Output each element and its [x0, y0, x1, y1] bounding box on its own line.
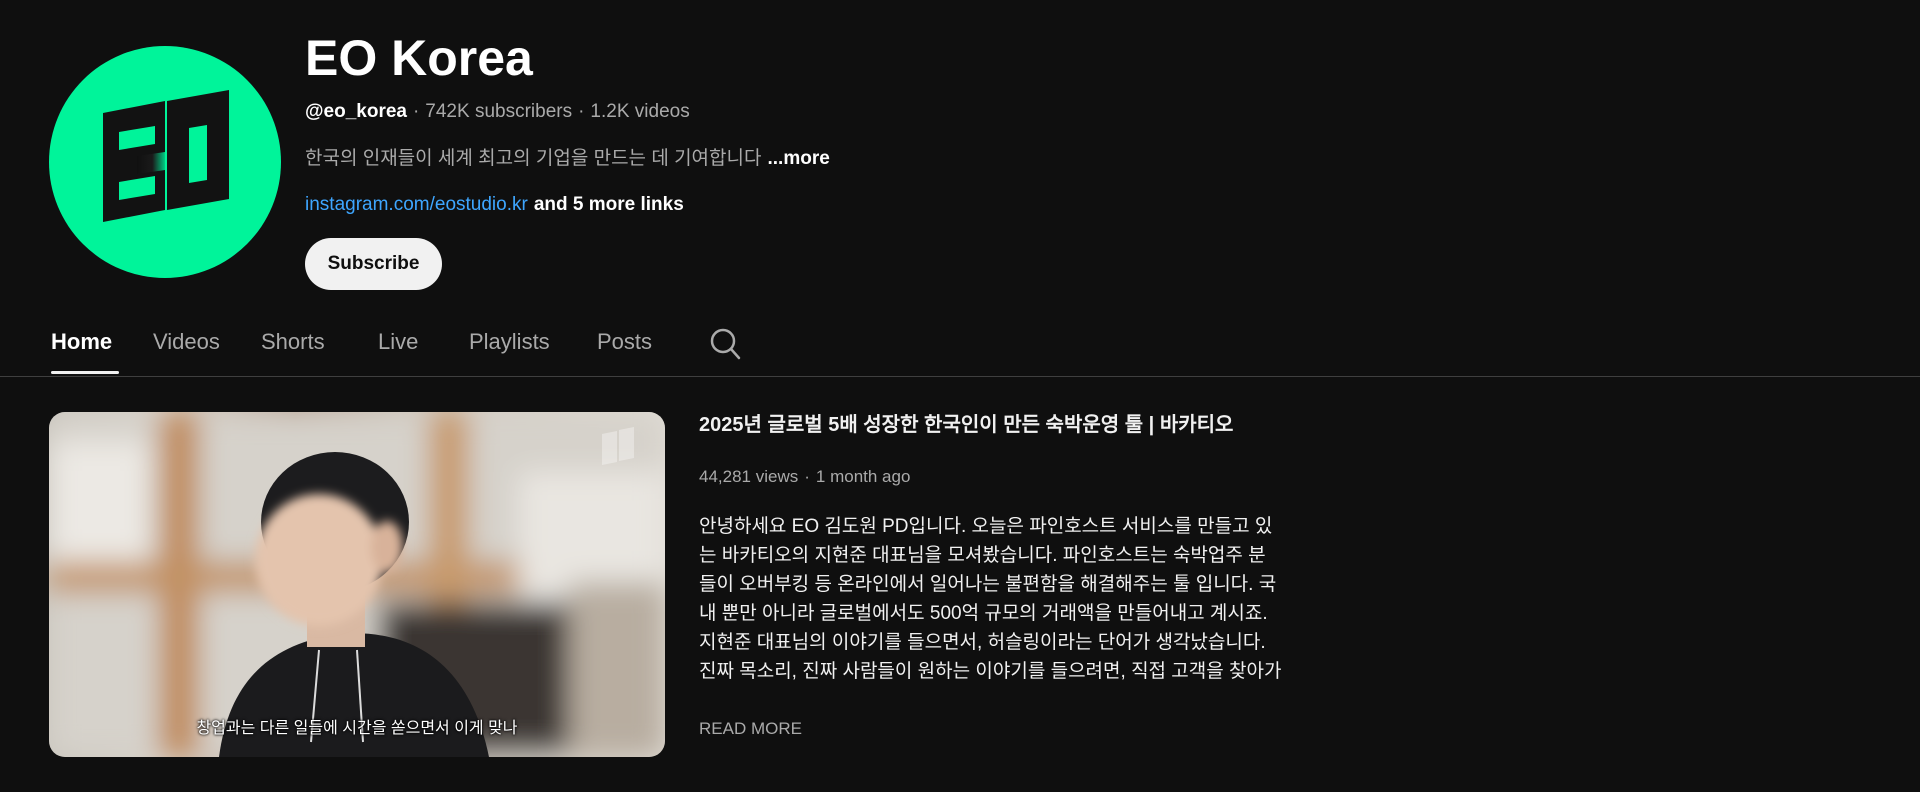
channel-page: EO Korea @eo_korea · 742K subscribers · 1.2K… — [0, 0, 1920, 792]
read-more-link[interactable]: READ MORE — [699, 718, 802, 740]
description-more-link[interactable]: ...more — [767, 148, 829, 169]
channel-links: instagram.com/eostudio.kr and 5 more link… — [305, 193, 684, 217]
featured-video-description: 안녕하세요 EO 김도원 PD입니다. 오늘은 파인호스트 서비스를 만들고 있… — [699, 516, 1282, 682]
featured-video-meta: 44,281 views · 1 month ago — [699, 467, 911, 486]
featured-video-thumbnail[interactable]: 창업과는 다른 일들에 시간을 쏟으면서 이게 맞나 — [49, 412, 665, 757]
view-count: 44,281 views — [699, 467, 799, 486]
featured-video-title[interactable]: 2025년 글로벌 5배 성장한 한국인이 만든 숙박운영 툴 | 바카티오 — [699, 410, 1233, 440]
eo-logo-icon — [103, 90, 229, 222]
upload-age: 1 month ago — [815, 467, 911, 486]
channel-meta: @eo_korea · 742K subscribers · 1.2K videos — [305, 101, 690, 122]
instagram-link[interactable]: instagram.com/eostudio.kr — [305, 194, 528, 215]
tab-videos[interactable]: Videos — [153, 328, 220, 356]
channel-description[interactable]: 한국의 인재들이 세계 최고의 기업을 만드는 데 기여합니다 ...more — [305, 147, 830, 171]
active-tab-indicator — [51, 371, 119, 374]
tab-posts[interactable]: Posts — [597, 328, 652, 356]
thumbnail-image — [49, 412, 665, 757]
tab-playlists[interactable]: Playlists — [469, 328, 550, 356]
search-icon[interactable] — [708, 327, 742, 361]
subscribe-button[interactable]: Subscribe — [305, 238, 442, 290]
channel-name: EO Korea — [305, 30, 533, 86]
tab-home[interactable]: Home — [51, 328, 112, 356]
tab-live[interactable]: Live — [378, 328, 418, 356]
more-links-button[interactable]: and 5 more links — [534, 194, 684, 215]
subscriber-count: 742K subscribers — [425, 101, 573, 122]
video-count: 1.2K videos — [590, 101, 690, 122]
thumbnail-caption: 창업과는 다른 일들에 시간을 쏟으면서 이게 맞나 — [196, 720, 518, 737]
channel-avatar[interactable] — [49, 46, 281, 278]
channel-tabs: Home Videos Shorts Live Playlists Posts — [0, 312, 1920, 377]
channel-handle: @eo_korea — [305, 101, 407, 122]
tab-shorts[interactable]: Shorts — [261, 328, 325, 356]
channel-description-text: 한국의 인재들이 세계 최고의 기업을 만드는 데 기여합니다 — [305, 148, 762, 169]
